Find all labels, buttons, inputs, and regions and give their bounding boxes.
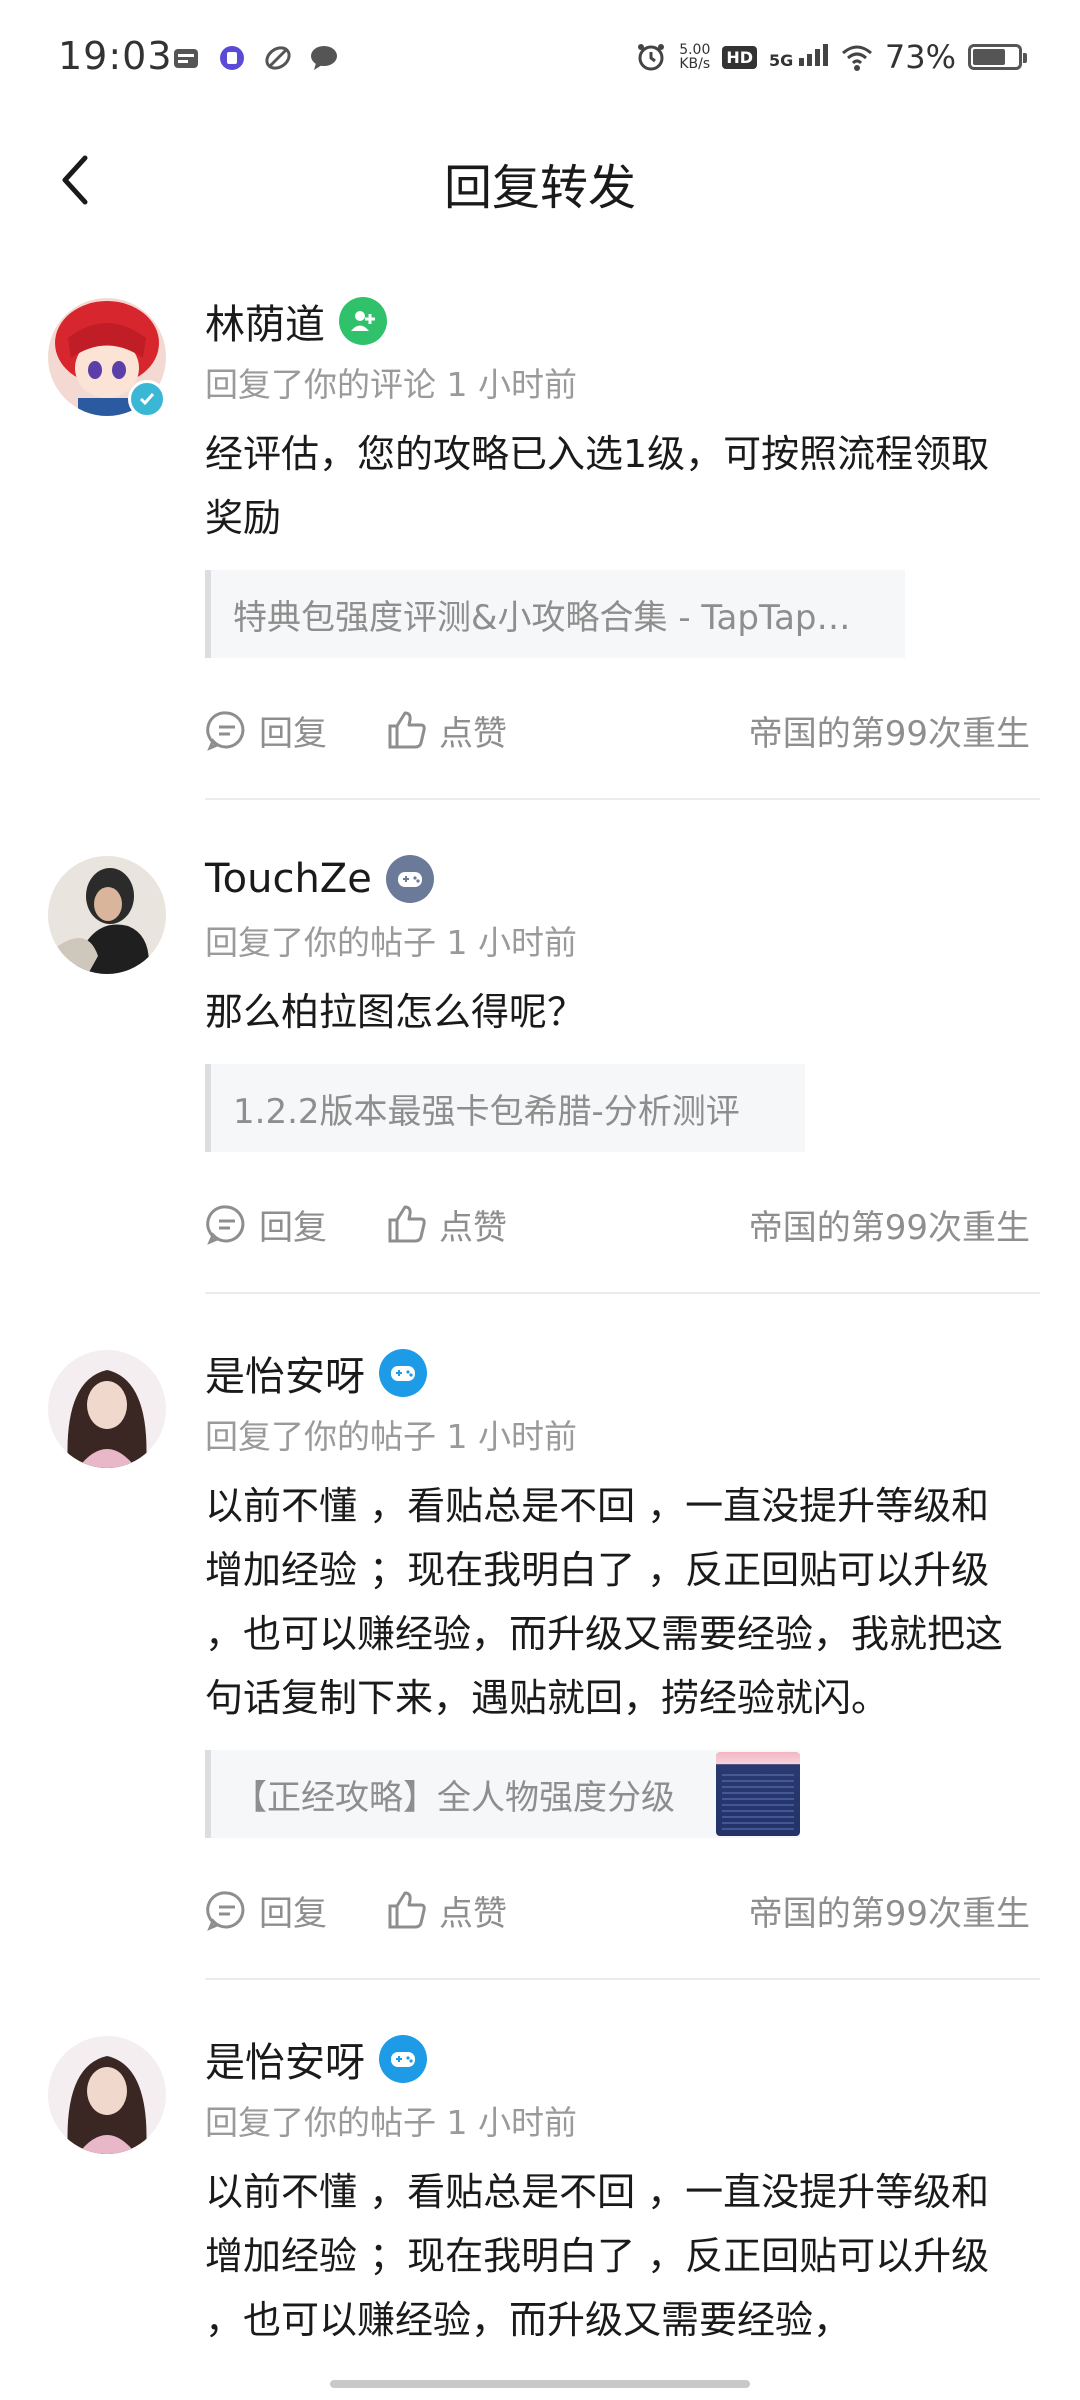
hd-icon: HD	[722, 45, 758, 69]
cellular-5g-icon: 5G	[769, 44, 829, 70]
battery-percent: 73%	[884, 38, 956, 76]
user-name[interactable]: TouchZe	[205, 856, 372, 902]
quoted-post-title: 1.2.2版本最强卡包希腊-分析测评	[233, 1091, 740, 1132]
reply-content[interactable]: 以前不懂 ，看贴总是不回 ，一直没提升等级和增加经验 ；现在我明白了 ，反正回贴…	[205, 2160, 1040, 2352]
reply-label: 回复	[259, 1207, 327, 1248]
net-speed-value: 5.00	[679, 42, 711, 58]
player-badge-icon	[379, 1349, 427, 1397]
quoted-post-title: 【正经攻略】全人物强度分级	[233, 1777, 675, 1818]
user-name[interactable]: 是怡安呀	[205, 2030, 365, 2088]
message-icon	[311, 46, 337, 70]
status-bar: 19:03 5.00 KB/s HD 5G 73%	[0, 0, 1080, 120]
battery-icon	[968, 44, 1027, 70]
reply-button[interactable]: 回复	[205, 1200, 327, 1249]
user-name[interactable]: 林荫道	[205, 292, 325, 350]
reply-list: 林荫道 回复了你的评论 1 小时前 经评估，您的攻略已入选1级，可按照流程领取奖…	[0, 290, 1080, 2352]
list-item[interactable]: TouchZe 回复了你的帖子 1 小时前 那么柏拉图怎么得呢？ 1.2.2版本…	[0, 848, 1080, 1294]
quoted-post-thumbnail	[716, 1752, 800, 1836]
quoted-post[interactable]: 【正经攻略】全人物强度分级	[205, 1750, 800, 1838]
system-status: 5.00 KB/s HD 5G 73%	[635, 38, 1027, 76]
reply-content[interactable]: 经评估，您的攻略已入选1级，可按照流程领取奖励	[205, 422, 1040, 550]
notification-icons	[170, 42, 340, 74]
like-label: 点赞	[439, 1207, 507, 1248]
like-label: 点赞	[439, 1893, 507, 1934]
divider	[205, 798, 1040, 800]
avatar-image	[48, 1350, 166, 1468]
verified-badge-icon	[128, 380, 166, 418]
comment-icon	[206, 1891, 245, 1931]
game-tag[interactable]: 帝国的第99次重生	[749, 706, 1030, 755]
quoted-post-title: 特典包强度评测&小攻略合集 - TapTap…	[233, 597, 851, 638]
quoted-post[interactable]: 特典包强度评测&小攻略合集 - TapTap…	[205, 570, 905, 658]
avatar[interactable]	[48, 856, 166, 974]
divider	[205, 1978, 1040, 1980]
avatar[interactable]	[48, 1350, 166, 1468]
reply-content[interactable]: 以前不懂 ，看贴总是不回 ，一直没提升等级和增加经验 ；现在我明白了 ，反正回贴…	[205, 1474, 1040, 1730]
player-badge-icon	[385, 855, 434, 903]
net-speed-unit: KB/s	[679, 56, 711, 72]
reply-button[interactable]: 回复	[205, 1886, 327, 1935]
alarm-icon	[638, 44, 665, 71]
avatar[interactable]	[48, 2036, 166, 2154]
reply-meta: 回复了你的帖子 1 小时前	[205, 1417, 577, 1456]
status-time: 19:03	[58, 34, 173, 78]
net-speed: 5.00 KB/s	[679, 43, 710, 71]
like-button[interactable]: 点赞	[385, 706, 507, 755]
avatar-image	[48, 2036, 166, 2154]
reply-content[interactable]: 那么柏拉图怎么得呢？	[205, 980, 1040, 1044]
list-item[interactable]: 是怡安呀 回复了你的帖子 1 小时前 以前不懂 ，看贴总是不回 ，一直没提升等级…	[0, 1342, 1080, 1980]
list-item[interactable]: 是怡安呀 回复了你的帖子 1 小时前 以前不懂 ，看贴总是不回 ，一直没提升等级…	[0, 2028, 1080, 2352]
reply-meta: 回复了你的帖子 1 小时前	[205, 2103, 577, 2142]
reply-button[interactable]: 回复	[205, 706, 327, 755]
thumbs-up-icon	[388, 1205, 426, 1243]
list-item[interactable]: 林荫道 回复了你的评论 1 小时前 经评估，您的攻略已入选1级，可按照流程领取奖…	[0, 290, 1080, 800]
signal-icon	[798, 44, 828, 66]
page-title: 回复转发	[443, 160, 636, 216]
game-tag[interactable]: 帝国的第99次重生	[749, 1886, 1030, 1935]
reply-label: 回复	[259, 713, 327, 754]
network-type: 5G	[769, 51, 794, 70]
app-notification-icon	[220, 46, 244, 70]
comment-icon	[206, 711, 245, 751]
link-icon	[265, 46, 291, 70]
divider	[205, 1292, 1040, 1294]
reply-meta: 回复了你的帖子 1 小时前	[205, 923, 577, 962]
like-button[interactable]: 点赞	[385, 1200, 507, 1249]
player-badge-icon	[379, 2035, 427, 2083]
reply-meta: 回复了你的评论 1 小时前	[205, 365, 577, 404]
home-indicator[interactable]	[330, 2380, 750, 2388]
quoted-post[interactable]: 1.2.2版本最强卡包希腊-分析测评	[205, 1064, 805, 1152]
action-row: 回复 点赞 帝国的第99次重生	[205, 1864, 1040, 1956]
game-tag[interactable]: 帝国的第99次重生	[749, 1200, 1030, 1249]
like-button[interactable]: 点赞	[385, 1886, 507, 1935]
thumbs-up-icon	[388, 1891, 426, 1929]
wallet-icon	[174, 49, 198, 68]
like-label: 点赞	[439, 713, 507, 754]
battery-fill	[973, 49, 1006, 65]
top-bar: 回复转发	[0, 120, 1080, 240]
action-row: 回复 点赞 帝国的第99次重生	[205, 1178, 1040, 1270]
user-name[interactable]: 是怡安呀	[205, 1344, 365, 1402]
reply-label: 回复	[259, 1893, 327, 1934]
avatar-image	[48, 856, 166, 974]
thumbs-up-icon	[388, 711, 426, 749]
action-row: 回复 点赞 帝国的第99次重生	[205, 684, 1040, 776]
wifi-icon	[841, 45, 872, 71]
comment-icon	[206, 1205, 245, 1245]
developer-badge-icon	[339, 297, 387, 345]
